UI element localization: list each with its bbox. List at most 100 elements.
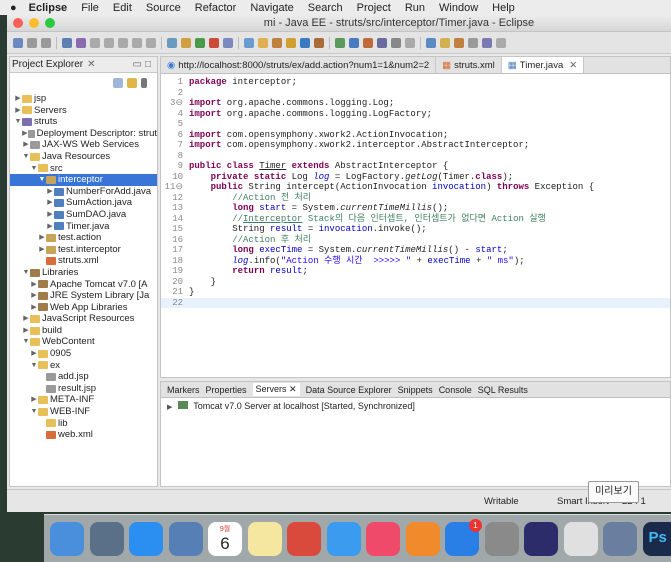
photoshop-icon[interactable]: Ps xyxy=(642,521,671,556)
tree-item[interactable]: ▶ Web App Libraries xyxy=(10,302,157,314)
chevron-right-icon[interactable]: ▶ xyxy=(46,221,54,233)
photo-booth-icon[interactable] xyxy=(287,521,321,556)
link-with-editor-icon[interactable] xyxy=(127,78,137,88)
expand-arrow-icon[interactable]: ▶ xyxy=(167,404,172,411)
tree-item[interactable]: ▶ NumberForAdd.java xyxy=(10,186,157,198)
toolbar-button-icon[interactable] xyxy=(496,37,506,48)
chevron-right-icon[interactable]: ▶ xyxy=(14,93,22,105)
menu-navigate[interactable]: Navigate xyxy=(250,2,293,14)
close-icon[interactable]: ✕ xyxy=(87,59,95,70)
tab-struts-xml[interactable]: ▦ struts.xml xyxy=(436,57,502,73)
system-preferences-icon[interactable] xyxy=(484,521,519,556)
books-icon[interactable] xyxy=(405,521,440,556)
toolbar-button-icon[interactable] xyxy=(62,37,72,48)
toolbar-button-icon[interactable] xyxy=(104,37,114,48)
menu-refactor[interactable]: Refactor xyxy=(195,2,237,14)
menu-run[interactable]: Run xyxy=(405,2,425,14)
apple-icon[interactable]: ● xyxy=(10,2,17,14)
tree-item[interactable]: ▶ test.interceptor xyxy=(10,244,157,256)
code-editor[interactable]: 1 package interceptor; 2 3⊖ import org.apach… xyxy=(161,74,670,308)
chevron-right-icon[interactable]: ▶ xyxy=(22,128,28,140)
toolbar-button-icon[interactable] xyxy=(167,37,177,48)
chevron-right-icon[interactable]: ▶ xyxy=(14,105,22,117)
tree-item[interactable]: struts.xml xyxy=(10,255,157,267)
menu-help[interactable]: Help xyxy=(492,2,515,14)
toolbar-button-icon[interactable] xyxy=(482,37,492,48)
chevron-right-icon[interactable]: ▶ xyxy=(38,232,46,244)
collapse-all-icon[interactable] xyxy=(113,78,123,88)
menu-app-eclipse[interactable]: Eclipse xyxy=(29,2,68,14)
chevron-down-icon[interactable]: ▼ xyxy=(30,360,38,372)
tree-item[interactable]: ▼ ex xyxy=(10,360,157,372)
project-explorer-tab[interactable]: Project Explorer xyxy=(12,59,83,70)
toolbar-button-icon[interactable] xyxy=(300,37,310,48)
chevron-right-icon[interactable]: ▶ xyxy=(30,279,38,291)
tab-servers[interactable]: Servers ✕ xyxy=(252,383,300,396)
tree-item[interactable]: ▶ Servers xyxy=(10,105,157,117)
toolbar-button-icon[interactable] xyxy=(272,37,282,48)
toolbar-button-icon[interactable] xyxy=(41,37,51,48)
tree-item[interactable]: ▶ SumAction.java xyxy=(10,197,157,209)
chevron-right-icon[interactable]: ▶ xyxy=(30,348,38,360)
toolbar-button-icon[interactable] xyxy=(195,37,205,48)
tree-item[interactable]: ▶ Deployment Descriptor: strut xyxy=(10,128,157,140)
photos-icon[interactable] xyxy=(603,521,637,556)
toolbar-button-icon[interactable] xyxy=(27,37,37,48)
tree-item[interactable]: ▶ jsp xyxy=(10,93,157,105)
tree-item[interactable]: ▶ JavaScript Resources xyxy=(10,313,157,325)
toolbar-button-icon[interactable] xyxy=(468,37,478,48)
toolbar-button-icon[interactable] xyxy=(314,37,324,48)
tree-item[interactable]: ▼ src xyxy=(10,163,157,175)
toolbar-button-icon[interactable] xyxy=(244,37,254,48)
messages-icon[interactable] xyxy=(326,521,361,556)
notes-icon[interactable] xyxy=(247,521,282,556)
tree-item[interactable]: result.jsp xyxy=(10,383,157,395)
chevron-right-icon[interactable]: ▶ xyxy=(38,244,46,256)
view-menu-icon[interactable] xyxy=(141,78,147,88)
menu-search[interactable]: Search xyxy=(308,2,343,14)
tree-item[interactable]: ▶ Apache Tomcat v7.0 [A xyxy=(10,279,157,291)
toolbar-button-icon[interactable] xyxy=(76,37,86,48)
toolbar-button-icon[interactable] xyxy=(349,37,359,48)
calendar-icon[interactable]: 9월 6 xyxy=(208,521,242,556)
tree-item[interactable]: ▶ test.action xyxy=(10,232,157,244)
chevron-right-icon[interactable]: ▶ xyxy=(46,186,54,198)
toolbar-button-icon[interactable] xyxy=(118,37,128,48)
chevron-down-icon[interactable]: ▼ xyxy=(22,151,30,163)
tree-item[interactable]: ▶ JRE System Library [Ja xyxy=(10,290,157,302)
eclipse-icon[interactable] xyxy=(524,521,558,556)
tab-console[interactable]: Console xyxy=(439,385,472,395)
tab-data-source-explorer[interactable]: Data Source Explorer xyxy=(306,385,392,395)
launchpad-icon[interactable] xyxy=(89,521,124,556)
chevron-down-icon[interactable]: ▼ xyxy=(30,163,38,175)
menu-project[interactable]: Project xyxy=(357,2,391,14)
chevron-down-icon[interactable]: ▼ xyxy=(22,336,30,348)
chrome-icon[interactable] xyxy=(563,521,598,556)
tree-item[interactable]: ▶ 0905 xyxy=(10,348,157,360)
server-row[interactable]: ▶ Tomcat v7.0 Server at localhost [Start… xyxy=(161,398,670,414)
chevron-right-icon[interactable]: ▶ xyxy=(22,313,30,325)
toolbar-button-icon[interactable] xyxy=(440,37,450,48)
view-controls-icon[interactable]: ▭□ xyxy=(133,59,155,70)
preview-icon[interactable] xyxy=(168,521,203,556)
tree-item[interactable]: ▼ interceptor xyxy=(10,174,157,186)
tree-item[interactable]: ▶ JAX-WS Web Services xyxy=(10,139,157,151)
chevron-right-icon[interactable]: ▶ xyxy=(30,302,38,314)
tree-item[interactable]: ▼ Libraries xyxy=(10,267,157,279)
chevron-down-icon[interactable]: ▼ xyxy=(38,174,46,186)
tree-item[interactable]: ▶ SumDAO.java xyxy=(10,209,157,221)
toolbar-button-icon[interactable] xyxy=(209,37,219,48)
tab-browser[interactable]: ◉ http://localhost:8000/struts/ex/add.act… xyxy=(161,57,437,73)
tree-item[interactable]: ▼ Java Resources xyxy=(10,151,157,163)
tab-snippets[interactable]: Snippets xyxy=(398,385,433,395)
chevron-down-icon[interactable]: ▼ xyxy=(22,267,30,279)
toolbar-button-icon[interactable] xyxy=(181,37,191,48)
toolbar-button-icon[interactable] xyxy=(363,37,373,48)
chevron-right-icon[interactable]: ▶ xyxy=(46,209,54,221)
menu-edit[interactable]: Edit xyxy=(113,2,132,14)
tree-item[interactable]: ▶ build xyxy=(10,325,157,337)
tree-item[interactable]: ▼ WEB-INF xyxy=(10,406,157,418)
chevron-down-icon[interactable]: ▼ xyxy=(30,406,38,418)
chevron-right-icon[interactable]: ▶ xyxy=(22,325,30,337)
tree-item[interactable]: add.jsp xyxy=(10,371,157,383)
